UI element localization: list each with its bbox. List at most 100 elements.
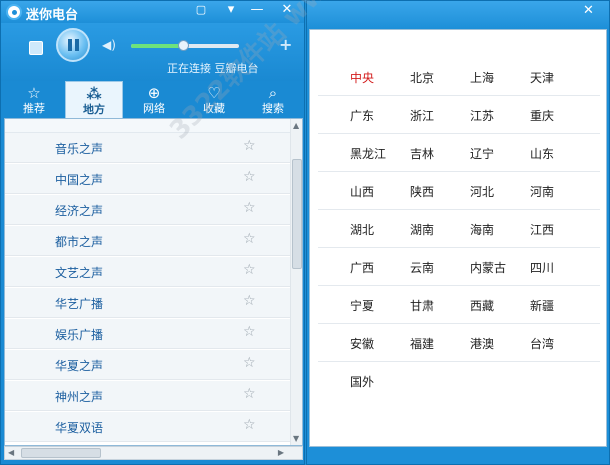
vertical-scrollbar[interactable]: ▲ ▼ [290,119,302,445]
tab-favorites[interactable]: ♡ 收藏 [185,81,243,118]
region-item[interactable]: 重庆 [530,107,554,124]
scroll-left-icon[interactable]: ◀ [8,448,14,457]
volume-icon[interactable]: ◀) [102,38,116,52]
station-row[interactable]: 都市之声 ☆ [5,226,290,256]
station-row[interactable]: 娱乐广播 ☆ [5,319,290,349]
volume-knob[interactable] [177,40,189,51]
region-item[interactable]: 福建 [410,335,434,352]
region-item[interactable]: 台湾 [530,335,554,352]
add-button[interactable]: + [279,35,292,54]
region-item[interactable]: 安徽 [350,335,374,352]
station-row[interactable]: 文艺之声 ☆ [5,257,290,287]
connection-status: 正在连接 豆瓣电台 [167,62,259,75]
region-item[interactable]: 西藏 [470,297,494,314]
station-row[interactable]: 华艺广播 ☆ [5,288,290,318]
station-row[interactable]: 中国之声 ☆ [5,164,290,194]
station-name: 中国之声 [55,173,104,187]
region-row: 国外 [318,362,600,400]
region-title-bar[interactable]: ✕ [307,1,609,29]
region-item[interactable]: 内蒙古 [470,259,506,276]
scroll-up-icon[interactable]: ▲ [293,121,299,130]
menu-dropdown-icon[interactable]: ▾ [219,1,243,21]
station-name: 经济之声 [55,204,104,218]
station-row[interactable]: 华夏双语 ☆ [5,412,290,442]
region-item[interactable]: 陕西 [410,183,434,200]
favorite-star-icon[interactable]: ☆ [243,200,256,216]
region-item[interactable]: 吉林 [410,145,434,162]
region-item[interactable]: 港澳 [470,335,494,352]
title-bar[interactable]: 迷你电台 ▢ ▾ — ✕ [1,1,304,23]
region-item[interactable]: 山东 [530,145,554,162]
region-item[interactable]: 江苏 [470,107,494,124]
region-window-footer [307,447,609,464]
region-item[interactable]: 黑龙江 [350,145,386,162]
favorite-star-icon[interactable]: ☆ [243,386,256,402]
region-item[interactable]: 海南 [470,221,494,238]
region-item[interactable]: 江西 [530,221,554,238]
region-window: ✕ 中央 北京 上海 天津广东 浙江 江苏 重庆黑龙江 吉林 辽宁 山东山西 陕西 河北 河南湖北 湖南 海… [306,0,610,465]
region-row: 黑龙江 吉林 辽宁 山东 [318,134,600,172]
station-name: 都市之声 [55,235,104,249]
network-nodes-icon: ⁂ [86,85,102,103]
app-title: 迷你电台 [26,8,79,23]
favorite-star-icon[interactable]: ☆ [243,355,256,371]
region-item[interactable]: 上海 [470,69,494,86]
region-row: 广西 云南 内蒙古 四川 [318,248,600,286]
station-row[interactable]: 华夏之声 ☆ [5,350,290,380]
minimize-icon[interactable]: — [245,1,269,21]
favorite-star-icon[interactable]: ☆ [243,231,256,247]
region-item[interactable]: 辽宁 [470,145,494,162]
region-item[interactable]: 国外 [350,373,374,390]
region-item[interactable]: 四川 [530,259,554,276]
tab-network[interactable]: ⊕ 网络 [125,81,183,118]
station-row[interactable]: 音乐之声 ☆ [5,133,290,163]
region-item[interactable]: 河北 [470,183,494,200]
region-item[interactable]: 北京 [410,69,434,86]
favorite-star-icon[interactable]: ☆ [243,417,256,433]
favorite-star-icon[interactable]: ☆ [243,293,256,309]
region-item[interactable]: 山西 [350,183,374,200]
horizontal-scrollbar[interactable]: ◀ ▶ [4,446,303,460]
region-item[interactable]: 天津 [530,69,554,86]
scroll-right-icon[interactable]: ▶ [278,448,284,457]
pause-button[interactable] [56,28,90,62]
region-item[interactable]: 浙江 [410,107,434,124]
heart-plus-icon: ♡ [207,84,221,102]
station-row[interactable]: 神州之声 ☆ [5,381,290,411]
region-item[interactable]: 广西 [350,259,374,276]
chat-icon[interactable]: ▢ [189,1,213,21]
region-item[interactable]: 湖北 [350,221,374,238]
favorite-star-icon[interactable]: ☆ [243,169,256,185]
tab-label: 搜索 [262,102,284,115]
player-window: 迷你电台 ▢ ▾ — ✕ ◀) + 正在连接 豆瓣电台 ☆ 推荐 ⁂ 地方 ⊕ 网络 ♡ 收藏… [0,0,305,465]
tab-local[interactable]: ⁂ 地方 [65,81,123,118]
vertical-scroll-thumb[interactable] [292,159,302,269]
tab-recommend[interactable]: ☆ 推荐 [5,81,63,118]
station-row[interactable]: 经济之声 ☆ [5,195,290,225]
volume-slider[interactable] [131,40,239,51]
tab-search[interactable]: ⌕ 搜索 [244,81,302,118]
region-item[interactable]: 新疆 [530,297,554,314]
player-controls: ◀) + 正在连接 豆瓣电台 [1,23,304,81]
region-row: 山西 陕西 河北 河南 [318,172,600,210]
region-item[interactable]: 湖南 [410,221,434,238]
favorite-star-icon[interactable]: ☆ [243,324,256,340]
station-name: 华夏之声 [55,359,104,373]
region-close-icon[interactable]: ✕ [583,3,594,18]
region-item[interactable]: 广东 [350,107,374,124]
region-item[interactable]: 甘肃 [410,297,434,314]
favorite-star-icon[interactable]: ☆ [243,138,256,154]
horizontal-scroll-thumb[interactable] [21,448,101,458]
region-item[interactable]: 云南 [410,259,434,276]
close-icon[interactable]: ✕ [275,1,299,21]
stop-button[interactable] [29,41,43,55]
scroll-down-icon[interactable]: ▼ [293,434,299,443]
region-item[interactable]: 中央 [350,69,374,86]
volume-fill [131,44,183,48]
region-item[interactable]: 宁夏 [350,297,374,314]
favorite-star-icon[interactable]: ☆ [243,262,256,278]
station-name: 文艺之声 [55,266,104,280]
globe-icon: ⊕ [147,84,161,102]
region-row: 安徽 福建 港澳 台湾 [318,324,600,362]
region-item[interactable]: 河南 [530,183,554,200]
